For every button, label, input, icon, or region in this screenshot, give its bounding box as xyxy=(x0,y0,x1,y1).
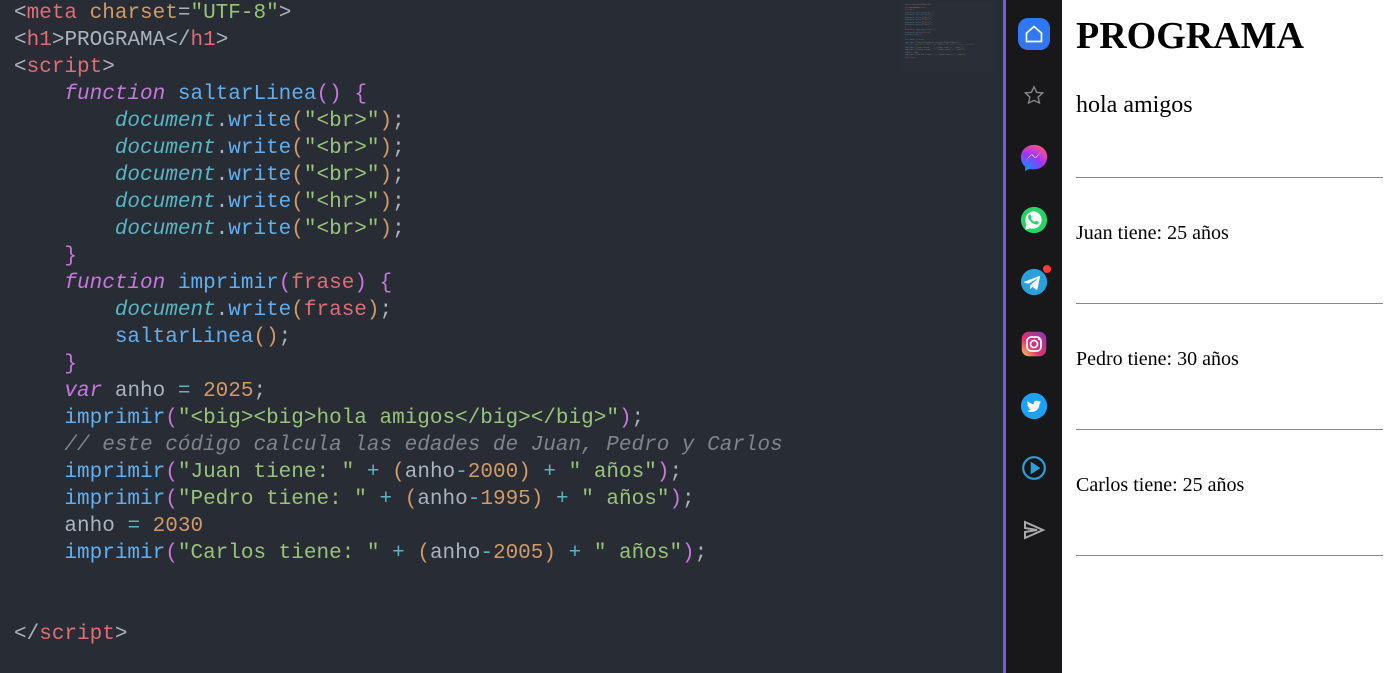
preview-line: Carlos tiene: 25 años xyxy=(1076,474,1383,497)
star-icon[interactable] xyxy=(1018,80,1050,112)
play-icon[interactable] xyxy=(1018,452,1050,484)
preview-line: Juan tiene: 25 años xyxy=(1076,222,1383,245)
twitter-icon[interactable] xyxy=(1018,390,1050,422)
code-editor-pane[interactable]: <meta charset="UTF-8"><h1>PROGRAMA</h1><… xyxy=(0,0,1003,673)
home-icon[interactable] xyxy=(1018,18,1050,50)
app-sidebar xyxy=(1006,0,1062,673)
telegram-icon[interactable] xyxy=(1018,266,1050,298)
code-area[interactable]: <meta charset="UTF-8"><h1>PROGRAMA</h1><… xyxy=(0,0,1003,673)
preview-hr xyxy=(1076,555,1383,556)
preview-pane: PROGRAMA hola amigos Juan tiene: 25 años… xyxy=(1062,0,1393,673)
send-icon[interactable] xyxy=(1018,514,1050,546)
messenger-icon[interactable] xyxy=(1018,142,1050,174)
preview-hr xyxy=(1076,429,1383,430)
minimap[interactable]: <meta charset="UTF-8"><h1>PROGRAMA</h1><… xyxy=(903,2,993,72)
preview-hr xyxy=(1076,303,1383,304)
instagram-icon[interactable] xyxy=(1018,328,1050,360)
preview-title: PROGRAMA xyxy=(1076,14,1383,58)
preview-hr xyxy=(1076,177,1383,178)
preview-line: Pedro tiene: 30 años xyxy=(1076,348,1383,371)
preview-big-text: hola amigos xyxy=(1076,92,1383,119)
whatsapp-icon[interactable] xyxy=(1018,204,1050,236)
